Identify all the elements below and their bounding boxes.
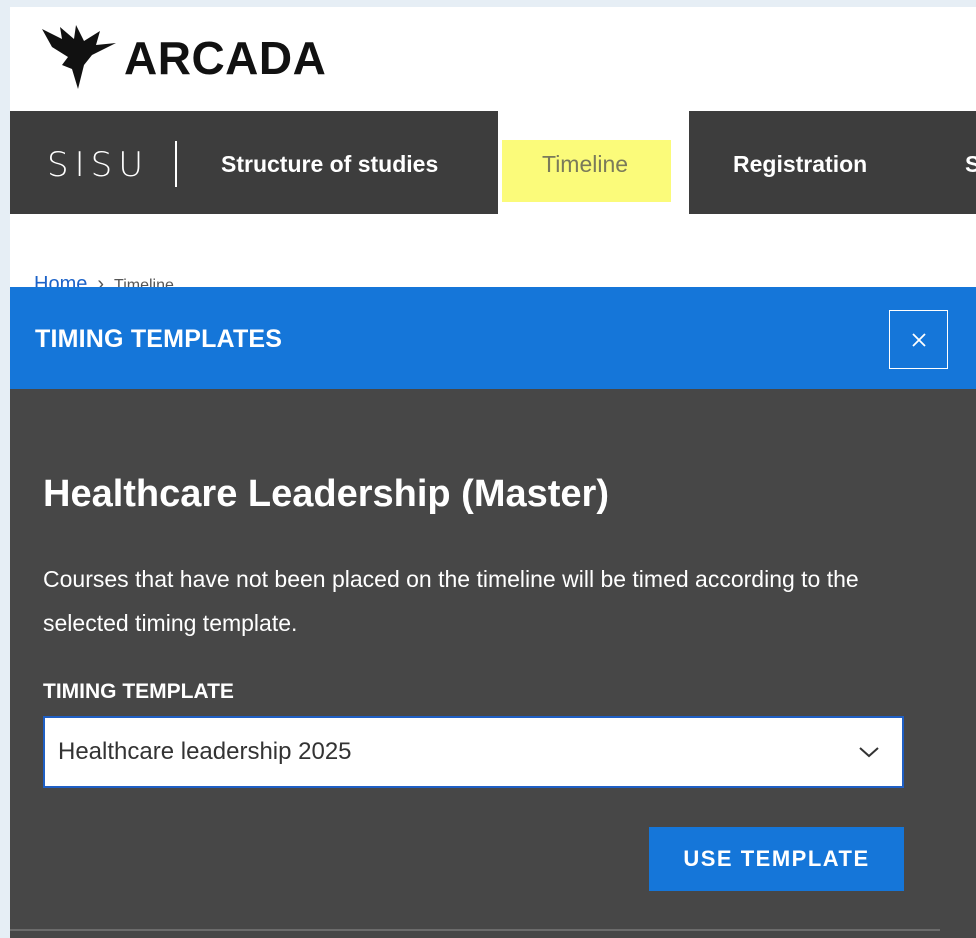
nav-item-truncated[interactable]: S xyxy=(965,151,976,178)
arcada-bird-icon xyxy=(42,25,116,89)
nav-right-section: Registration S xyxy=(689,111,976,214)
sisu-logo[interactable]: SISU xyxy=(47,145,149,185)
modal-title: TIMING TEMPLATES xyxy=(35,325,283,353)
chevron-down-icon xyxy=(859,747,879,758)
timing-template-label: TIMING TEMPLATE xyxy=(43,680,234,703)
nav-left-section: SISU Structure of studies xyxy=(10,111,498,214)
modal-description: Courses that have not been placed on the… xyxy=(43,566,859,636)
page: ARCADA SISU Structure of studies Timelin… xyxy=(10,7,976,938)
nav-divider xyxy=(175,141,177,187)
nav-item-structure-of-studies[interactable]: Structure of studies xyxy=(221,151,438,178)
selected-template-value: Healthcare leadership 2025 xyxy=(58,738,352,765)
modal-body: Healthcare Leadership (Master) Courses t… xyxy=(10,389,976,938)
brand-name: ARCADA xyxy=(124,32,327,84)
close-icon xyxy=(911,332,926,347)
program-title: Healthcare Leadership (Master) xyxy=(43,473,609,515)
arcada-logo[interactable]: ARCADA xyxy=(40,25,326,91)
footer-divider xyxy=(10,929,940,931)
use-template-button[interactable]: USE TEMPLATE xyxy=(649,827,904,891)
modal-header: TIMING TEMPLATES xyxy=(10,287,976,389)
close-button[interactable] xyxy=(889,310,948,369)
nav-item-timeline[interactable]: Timeline xyxy=(542,151,628,178)
nav-item-registration[interactable]: Registration xyxy=(733,151,867,178)
timing-template-select[interactable]: Healthcare leadership 2025 xyxy=(43,716,904,788)
main-navigation: SISU Structure of studies Timeline Regis… xyxy=(10,111,976,214)
